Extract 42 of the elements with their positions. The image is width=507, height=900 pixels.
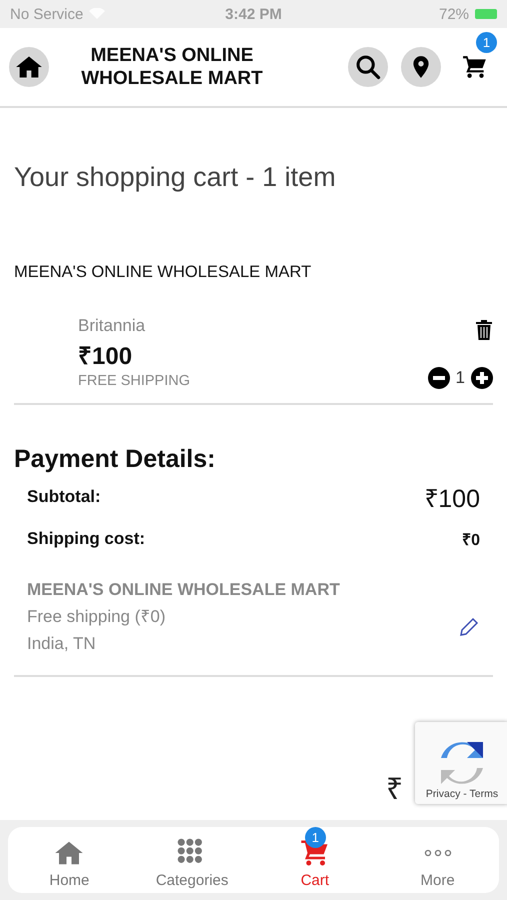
battery-percent: 72% [438,6,470,22]
cart-icon [462,54,488,80]
cart-button[interactable]: 1 [453,32,497,88]
cart-count-badge: 1 [304,827,326,848]
carrier-text: No Service [10,6,84,22]
summary-value: ₹0 [462,531,480,550]
nav-tab[interactable]: More [376,827,499,893]
more-icon [422,848,453,858]
battery-icon [475,9,498,19]
search-button[interactable] [348,47,388,87]
store-title: MEENA'S ONLINE WHOLESALE MART [80,44,264,90]
product-price: ₹100 [78,342,134,371]
store-name: MEENA'S ONLINE WHOLESALE MART [14,263,312,282]
delete-button[interactable] [475,319,493,341]
shipping-label: FREE SHIPPING [78,373,191,389]
summary-label: Subtotal: [27,487,101,507]
nav-tab[interactable]: Cart 1 [254,827,376,893]
nav-tab[interactable]: Categories [130,827,254,893]
location-button[interactable] [401,47,441,87]
clock-time: 3:42 PM [225,6,282,22]
home-button[interactable] [9,47,49,87]
total-price-text: ₹ [386,772,403,808]
delivery-location: India, TN [27,634,96,653]
minus-circle-icon [428,367,450,389]
plus-circle-icon [471,367,493,389]
nav-tab[interactable]: Home [8,827,131,893]
pencil-icon [459,617,479,637]
privacy-terms-link[interactable]: Privacy - Terms [426,788,498,800]
product-brand: Britannia [78,316,146,336]
quantity-value: 1 [456,368,465,388]
seller-name: MEENA'S ONLINE WHOLESALE MART [27,579,341,601]
summary-value: ₹100 [424,484,480,514]
shipping-method: Free shipping (₹0) [27,607,166,626]
trash-icon [475,319,493,341]
cart-heading: Your shopping cart - 1 item [14,162,337,193]
cart-count-badge: 1 [476,32,497,53]
increase-button[interactable] [471,367,493,389]
summary-label: Shipping cost: [27,529,146,549]
edit-button[interactable] [459,617,479,637]
payment-heading: Payment Details: [14,445,216,474]
decrease-button[interactable] [428,367,450,389]
search-icon [354,53,382,81]
